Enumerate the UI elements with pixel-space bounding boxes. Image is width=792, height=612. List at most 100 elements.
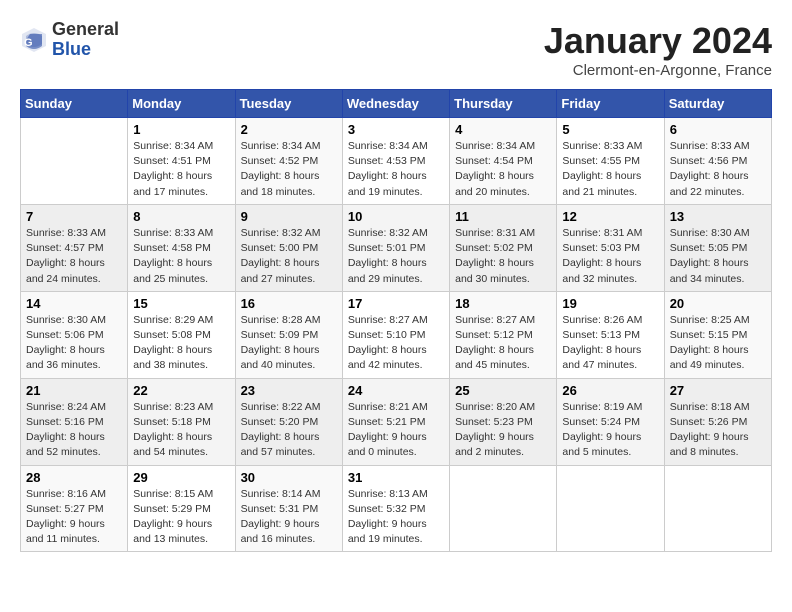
day-info: Sunrise: 8:22 AMSunset: 5:20 PMDaylight:… bbox=[241, 400, 337, 461]
day-number: 3 bbox=[348, 122, 444, 137]
day-cell: 3Sunrise: 8:34 AMSunset: 4:53 PMDaylight… bbox=[342, 118, 449, 205]
day-cell: 29 Sunrise: 8:15 AMSunset: 5:29 PMDayligh… bbox=[128, 465, 235, 552]
day-cell: 17Sunrise: 8:27 AMSunset: 5:10 PMDayligh… bbox=[342, 291, 449, 378]
calendar: SundayMondayTuesdayWednesdayThursdayFrid… bbox=[20, 89, 772, 552]
day-cell: 14Sunrise: 8:30 AMSunset: 5:06 PMDayligh… bbox=[21, 291, 128, 378]
weekday-header-saturday: Saturday bbox=[664, 90, 771, 118]
day-number: 31 bbox=[348, 470, 444, 485]
day-number: 29 bbox=[133, 470, 229, 485]
day-number: 11 bbox=[455, 209, 551, 224]
logo-text: General Blue bbox=[52, 20, 119, 60]
day-number: 5 bbox=[562, 122, 658, 137]
day-cell: 18 Sunrise: 8:27 AMSunset: 5:12 PMDayligh… bbox=[450, 291, 557, 378]
weekday-header-sunday: Sunday bbox=[21, 90, 128, 118]
day-number: 1 bbox=[133, 122, 229, 137]
day-cell bbox=[557, 465, 664, 552]
day-cell: 27Sunrise: 8:18 AMSunset: 5:26 PMDayligh… bbox=[664, 378, 771, 465]
day-info: Sunrise: 8:20 AMSunset: 5:23 PMDaylight:… bbox=[455, 400, 551, 461]
week-row-3: 14Sunrise: 8:30 AMSunset: 5:06 PMDayligh… bbox=[21, 291, 772, 378]
logo: G General Blue bbox=[20, 20, 119, 60]
week-row-1: 1 Sunrise: 8:34 AMSunset: 4:51 PMDaylight… bbox=[21, 118, 772, 205]
day-info: Sunrise: 8:27 AMSunset: 5:10 PMDaylight:… bbox=[348, 313, 444, 374]
day-number: 14 bbox=[26, 296, 122, 311]
day-cell bbox=[664, 465, 771, 552]
day-info: Sunrise: 8:33 AMSunset: 4:56 PMDaylight:… bbox=[670, 139, 766, 200]
day-number: 10 bbox=[348, 209, 444, 224]
day-number: 12 bbox=[562, 209, 658, 224]
day-cell: 6 Sunrise: 8:33 AMSunset: 4:56 PMDaylight… bbox=[664, 118, 771, 205]
month-title: January 2024 bbox=[544, 20, 772, 62]
day-number: 20 bbox=[670, 296, 766, 311]
day-cell bbox=[450, 465, 557, 552]
day-cell: 9 Sunrise: 8:32 AMSunset: 5:00 PMDaylight… bbox=[235, 204, 342, 291]
day-cell: 23 Sunrise: 8:22 AMSunset: 5:20 PMDayligh… bbox=[235, 378, 342, 465]
weekday-header-wednesday: Wednesday bbox=[342, 90, 449, 118]
day-cell: 28 Sunrise: 8:16 AMSunset: 5:27 PMDayligh… bbox=[21, 465, 128, 552]
day-info: Sunrise: 8:15 AMSunset: 5:29 PMDaylight:… bbox=[133, 487, 229, 548]
day-info: Sunrise: 8:34 AMSunset: 4:51 PMDaylight:… bbox=[133, 139, 229, 200]
day-cell: 7Sunrise: 8:33 AMSunset: 4:57 PMDaylight… bbox=[21, 204, 128, 291]
day-info: Sunrise: 8:28 AMSunset: 5:09 PMDaylight:… bbox=[241, 313, 337, 374]
day-cell: 5 Sunrise: 8:33 AMSunset: 4:55 PMDaylight… bbox=[557, 118, 664, 205]
day-number: 30 bbox=[241, 470, 337, 485]
day-number: 15 bbox=[133, 296, 229, 311]
day-cell: 20 Sunrise: 8:25 AMSunset: 5:15 PMDayligh… bbox=[664, 291, 771, 378]
title-area: January 2024 Clermont-en-Argonne, France bbox=[544, 20, 772, 79]
day-cell: 11 Sunrise: 8:31 AMSunset: 5:02 PMDayligh… bbox=[450, 204, 557, 291]
day-number: 26 bbox=[562, 383, 658, 398]
day-number: 25 bbox=[455, 383, 551, 398]
day-cell: 2 Sunrise: 8:34 AMSunset: 4:52 PMDaylight… bbox=[235, 118, 342, 205]
day-cell: 31 Sunrise: 8:13 AMSunset: 5:32 PMDayligh… bbox=[342, 465, 449, 552]
day-number: 16 bbox=[241, 296, 337, 311]
day-info: Sunrise: 8:31 AMSunset: 5:03 PMDaylight:… bbox=[562, 226, 658, 287]
day-number: 21 bbox=[26, 383, 122, 398]
day-info: Sunrise: 8:32 AMSunset: 5:00 PMDaylight:… bbox=[241, 226, 337, 287]
day-info: Sunrise: 8:26 AMSunset: 5:13 PMDaylight:… bbox=[562, 313, 658, 374]
day-info: Sunrise: 8:14 AMSunset: 5:31 PMDaylight:… bbox=[241, 487, 337, 548]
day-cell: 25 Sunrise: 8:20 AMSunset: 5:23 PMDayligh… bbox=[450, 378, 557, 465]
week-row-2: 7Sunrise: 8:33 AMSunset: 4:57 PMDaylight… bbox=[21, 204, 772, 291]
logo-icon: G bbox=[20, 26, 48, 54]
day-cell: 10 Sunrise: 8:32 AMSunset: 5:01 PMDayligh… bbox=[342, 204, 449, 291]
day-info: Sunrise: 8:30 AMSunset: 5:05 PMDaylight:… bbox=[670, 226, 766, 287]
day-info: Sunrise: 8:24 AMSunset: 5:16 PMDaylight:… bbox=[26, 400, 122, 461]
day-info: Sunrise: 8:33 AMSunset: 4:58 PMDaylight:… bbox=[133, 226, 229, 287]
day-info: Sunrise: 8:32 AMSunset: 5:01 PMDaylight:… bbox=[348, 226, 444, 287]
day-info: Sunrise: 8:34 AMSunset: 4:52 PMDaylight:… bbox=[241, 139, 337, 200]
day-cell: 8Sunrise: 8:33 AMSunset: 4:58 PMDaylight… bbox=[128, 204, 235, 291]
day-cell: 1 Sunrise: 8:34 AMSunset: 4:51 PMDaylight… bbox=[128, 118, 235, 205]
weekday-header-monday: Monday bbox=[128, 90, 235, 118]
day-cell: 15Sunrise: 8:29 AMSunset: 5:08 PMDayligh… bbox=[128, 291, 235, 378]
day-info: Sunrise: 8:16 AMSunset: 5:27 PMDaylight:… bbox=[26, 487, 122, 548]
day-cell: 21 Sunrise: 8:24 AMSunset: 5:16 PMDayligh… bbox=[21, 378, 128, 465]
week-row-5: 28 Sunrise: 8:16 AMSunset: 5:27 PMDayligh… bbox=[21, 465, 772, 552]
day-number: 24 bbox=[348, 383, 444, 398]
day-cell: 30 Sunrise: 8:14 AMSunset: 5:31 PMDayligh… bbox=[235, 465, 342, 552]
day-info: Sunrise: 8:27 AMSunset: 5:12 PMDaylight:… bbox=[455, 313, 551, 374]
day-number: 22 bbox=[133, 383, 229, 398]
day-number: 23 bbox=[241, 383, 337, 398]
day-info: Sunrise: 8:34 AMSunset: 4:54 PMDaylight:… bbox=[455, 139, 551, 200]
day-number: 28 bbox=[26, 470, 122, 485]
day-number: 2 bbox=[241, 122, 337, 137]
day-number: 27 bbox=[670, 383, 766, 398]
day-cell: 19 Sunrise: 8:26 AMSunset: 5:13 PMDayligh… bbox=[557, 291, 664, 378]
day-info: Sunrise: 8:33 AMSunset: 4:55 PMDaylight:… bbox=[562, 139, 658, 200]
day-number: 6 bbox=[670, 122, 766, 137]
weekday-header-thursday: Thursday bbox=[450, 90, 557, 118]
day-info: Sunrise: 8:25 AMSunset: 5:15 PMDaylight:… bbox=[670, 313, 766, 374]
week-row-4: 21 Sunrise: 8:24 AMSunset: 5:16 PMDayligh… bbox=[21, 378, 772, 465]
day-number: 9 bbox=[241, 209, 337, 224]
day-info: Sunrise: 8:19 AMSunset: 5:24 PMDaylight:… bbox=[562, 400, 658, 461]
weekday-header-tuesday: Tuesday bbox=[235, 90, 342, 118]
day-info: Sunrise: 8:31 AMSunset: 5:02 PMDaylight:… bbox=[455, 226, 551, 287]
location: Clermont-en-Argonne, France bbox=[544, 62, 772, 79]
day-cell: 16 Sunrise: 8:28 AMSunset: 5:09 PMDayligh… bbox=[235, 291, 342, 378]
day-number: 18 bbox=[455, 296, 551, 311]
day-cell: 24Sunrise: 8:21 AMSunset: 5:21 PMDayligh… bbox=[342, 378, 449, 465]
day-cell: 12 Sunrise: 8:31 AMSunset: 5:03 PMDayligh… bbox=[557, 204, 664, 291]
day-info: Sunrise: 8:13 AMSunset: 5:32 PMDaylight:… bbox=[348, 487, 444, 548]
day-number: 19 bbox=[562, 296, 658, 311]
svg-text:G: G bbox=[24, 37, 33, 49]
header: G General Blue January 2024 Clermont-en-… bbox=[20, 20, 772, 79]
